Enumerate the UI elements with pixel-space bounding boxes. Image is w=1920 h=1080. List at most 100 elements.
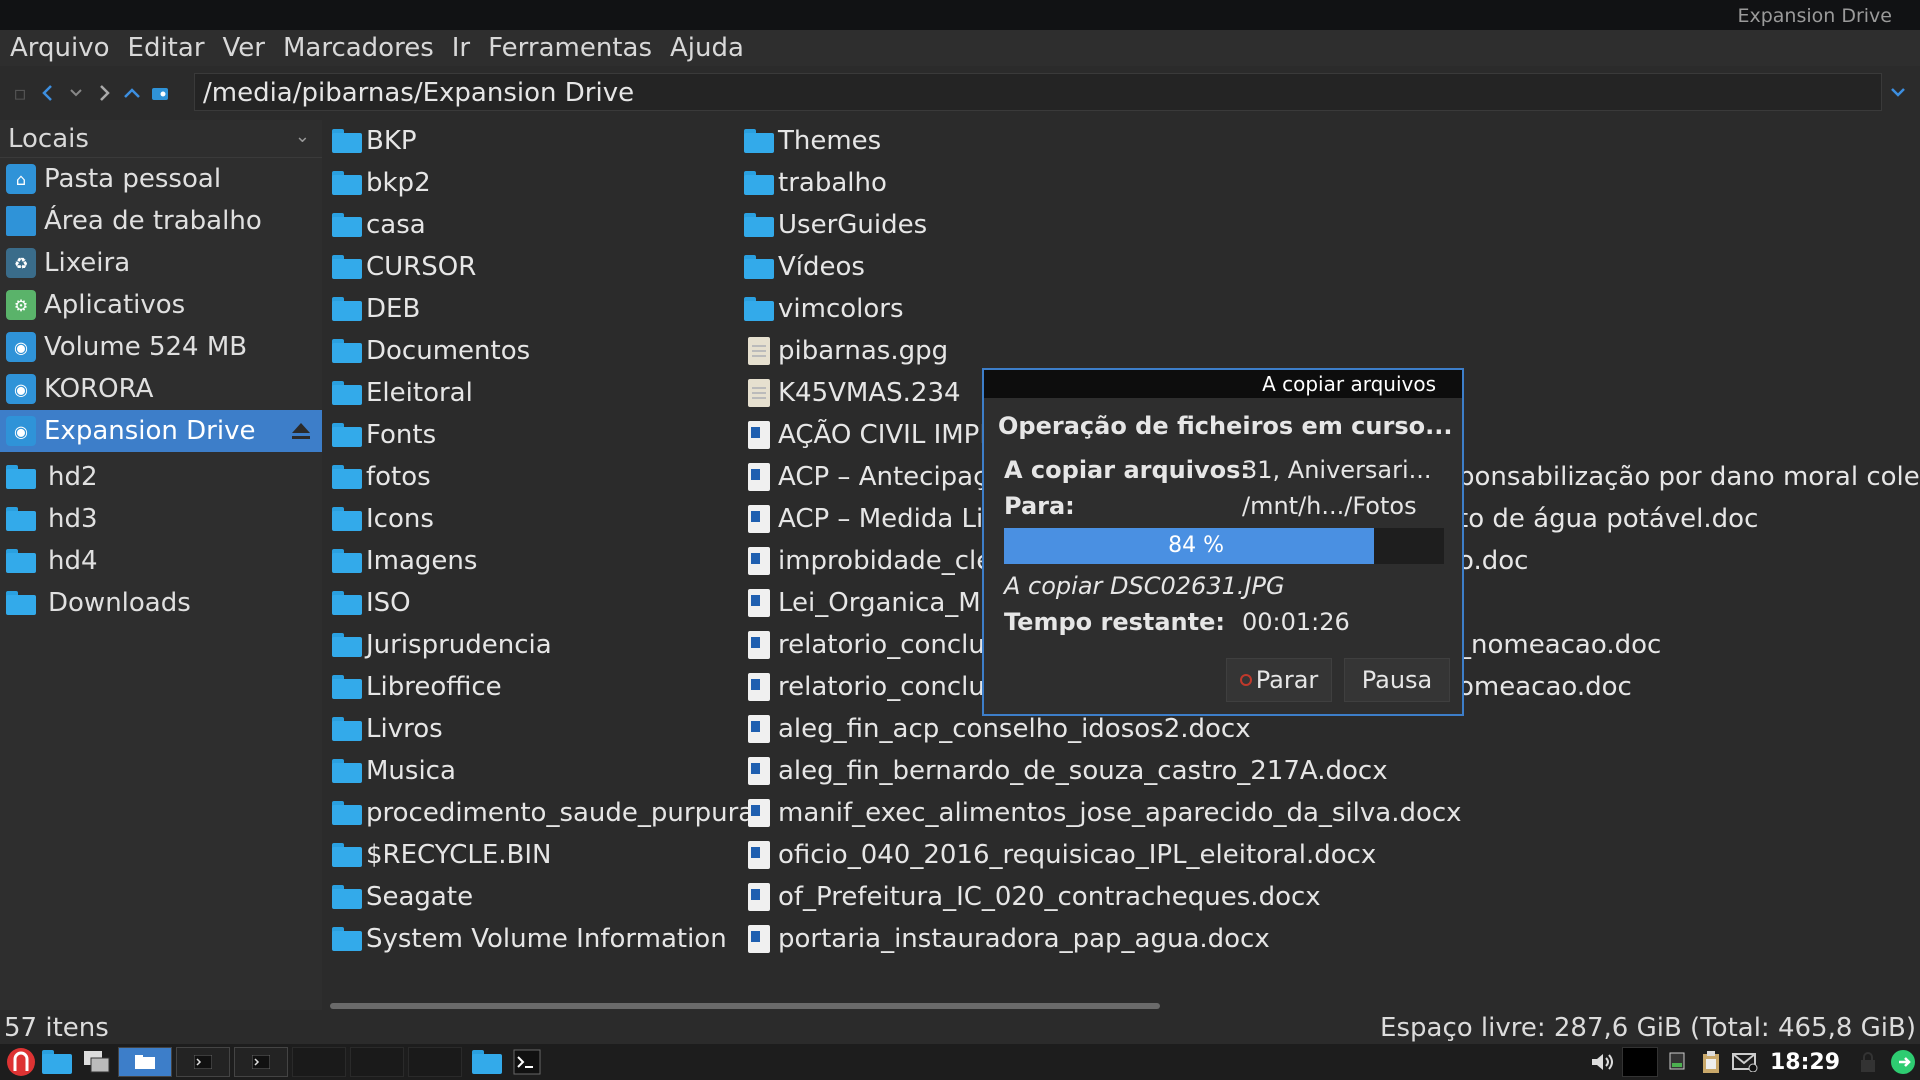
file-item[interactable]: vimcolors — [744, 288, 1462, 330]
file-item[interactable]: aleg_fin_bernardo_de_souza_castro_217A.d… — [744, 750, 1462, 792]
forward-button[interactable] — [90, 79, 118, 107]
file-item[interactable]: UserGuides — [744, 204, 1462, 246]
taskbar-empty-slot[interactable] — [292, 1047, 346, 1077]
file-item[interactable]: trabalho — [744, 162, 1462, 204]
clipboard-icon[interactable] — [1696, 1047, 1726, 1077]
sidebar-item-volume[interactable]: ◉ Volume 524 MB — [0, 326, 322, 368]
file-item[interactable]: Documentos — [332, 330, 754, 372]
sidebar-item-home[interactable]: ⌂ Pasta pessoal — [0, 158, 322, 200]
mail-notification-icon[interactable] — [1730, 1047, 1760, 1077]
folder-icon — [332, 339, 362, 363]
dialog-heading: Operação de ficheiros em curso... — [998, 412, 1453, 440]
windows-switcher-icon[interactable] — [80, 1047, 114, 1077]
menu-ferramentas[interactable]: Ferramentas — [486, 33, 654, 63]
trash-icon: ♻ — [6, 248, 36, 278]
file-name-overflow[interactable]: ponsabilização por dano moral coletiv — [1458, 456, 1920, 498]
file-item[interactable]: DEB — [332, 288, 754, 330]
file-item[interactable]: Jurisprudencia — [332, 624, 754, 666]
file-item[interactable]: bkp2 — [332, 162, 754, 204]
up-button[interactable] — [118, 79, 146, 107]
sidebar-item-expansion-drive[interactable]: ◉ Expansion Drive — [0, 410, 322, 452]
clock[interactable]: 18:29 — [1770, 1050, 1840, 1075]
file-name: Lei_Organica_MI — [778, 588, 989, 618]
taskbar-window-terminal-2[interactable] — [234, 1047, 288, 1077]
menu-arquivo[interactable]: Arquivo — [8, 33, 112, 63]
sidebar-item-applications[interactable]: ⚙ Aplicativos — [0, 284, 322, 326]
file-item[interactable]: casa — [332, 204, 754, 246]
sidebar-item-desktop[interactable]: Área de trabalho — [0, 200, 322, 242]
file-item[interactable]: oficio_040_2016_requisicao_IPL_eleitoral… — [744, 834, 1462, 876]
taskbar-window-file-manager[interactable] — [118, 1047, 172, 1077]
sidebar-item-downloads[interactable]: Downloads — [0, 582, 322, 624]
file-item[interactable]: manif_exec_alimentos_jose_aparecido_da_s… — [744, 792, 1462, 834]
stop-button[interactable]: Parar — [1226, 658, 1332, 702]
network-icon[interactable] — [1662, 1047, 1692, 1077]
file-item[interactable]: $RECYCLE.BIN — [332, 834, 754, 876]
file-item[interactable]: Vídeos — [744, 246, 1462, 288]
file-name-overflow[interactable]: o.doc — [1458, 540, 1528, 582]
eject-icon[interactable] — [288, 418, 314, 444]
file-item[interactable]: of_Prefeitura_IC_020_contracheques.docx — [744, 876, 1462, 918]
file-item[interactable]: Eleitoral — [332, 372, 754, 414]
folder-icon — [332, 297, 362, 321]
window-title: Expansion Drive — [1737, 5, 1892, 27]
volume-icon[interactable] — [1588, 1047, 1618, 1077]
folder-icon — [744, 213, 774, 237]
file-item[interactable]: Livros — [332, 708, 754, 750]
file-item[interactable]: fotos — [332, 456, 754, 498]
path-dropdown-button[interactable] — [1890, 78, 1906, 102]
folder-icon — [332, 171, 362, 195]
sidebar-item-korora[interactable]: ◉ KORORA — [0, 368, 322, 410]
lock-icon[interactable] — [1854, 1047, 1882, 1077]
file-item[interactable]: Fonts — [332, 414, 754, 456]
file-item[interactable]: pibarnas.gpg — [744, 330, 1462, 372]
chevron-down-icon[interactable]: ⌄ — [295, 126, 310, 147]
logout-icon[interactable] — [1886, 1047, 1920, 1077]
file-item[interactable]: System Volume Information — [332, 918, 754, 960]
pause-button[interactable]: Pausa — [1344, 658, 1450, 702]
menu-ajuda[interactable]: Ajuda — [668, 33, 746, 63]
cpu-monitor-icon[interactable] — [1621, 1047, 1658, 1077]
sidebar-item-trash[interactable]: ♻ Lixeira — [0, 242, 322, 284]
new-tab-icon[interactable]: ▫ — [6, 79, 34, 107]
file-manager-launcher-icon[interactable] — [42, 1047, 76, 1077]
folder-icon — [744, 129, 774, 153]
forward-icon — [100, 85, 110, 101]
file-item[interactable]: Libreoffice — [332, 666, 754, 708]
back-button[interactable] — [34, 79, 62, 107]
file-item[interactable]: Seagate — [332, 876, 754, 918]
history-dropdown-button[interactable] — [62, 79, 90, 107]
folder-launcher-icon[interactable] — [472, 1047, 506, 1077]
file-name-overflow[interactable]: _nomeacao.doc — [1458, 624, 1661, 666]
horizontal-scrollbar[interactable] — [330, 1003, 1160, 1009]
file-item[interactable]: Icons — [332, 498, 754, 540]
taskbar-empty-slot[interactable] — [408, 1047, 462, 1077]
file-name-overflow[interactable]: to de água potável.doc — [1458, 498, 1758, 540]
sidebar-header[interactable]: Locais ⌄ — [0, 120, 322, 158]
file-item[interactable]: procedimento_saude_purpura — [332, 792, 754, 834]
sidebar-item-hd4[interactable]: hd4 — [0, 540, 322, 582]
file-item[interactable]: portaria_instauradora_pap_agua.docx — [744, 918, 1462, 960]
window-titlebar: Expansion Drive — [0, 0, 1920, 30]
start-menu-icon[interactable] — [4, 1047, 38, 1077]
taskbar-window-terminal[interactable] — [176, 1047, 230, 1077]
menu-marcadores[interactable]: Marcadores — [281, 33, 436, 63]
file-item[interactable]: ISO — [332, 582, 754, 624]
remaining-value: 00:01:26 — [1242, 608, 1350, 636]
sidebar-item-hd3[interactable]: hd3 — [0, 498, 322, 540]
terminal-launcher-icon[interactable] — [510, 1047, 544, 1077]
menu-ir[interactable]: Ir — [450, 33, 472, 63]
file-item[interactable]: Themes — [744, 120, 1462, 162]
file-name-overflow[interactable]: omeacao.doc — [1458, 666, 1632, 708]
taskbar-empty-slot[interactable] — [350, 1047, 404, 1077]
folder-icon — [332, 465, 362, 489]
file-item[interactable]: BKP — [332, 120, 754, 162]
location-input[interactable]: /media/pibarnas/Expansion Drive — [194, 73, 1882, 111]
file-item[interactable]: Musica — [332, 750, 754, 792]
file-item[interactable]: CURSOR — [332, 246, 754, 288]
file-name: bkp2 — [366, 168, 431, 198]
file-item[interactable]: Imagens — [332, 540, 754, 582]
menu-editar[interactable]: Editar — [126, 33, 207, 63]
sidebar-item-hd2[interactable]: hd2 — [0, 456, 322, 498]
menu-ver[interactable]: Ver — [221, 33, 267, 63]
